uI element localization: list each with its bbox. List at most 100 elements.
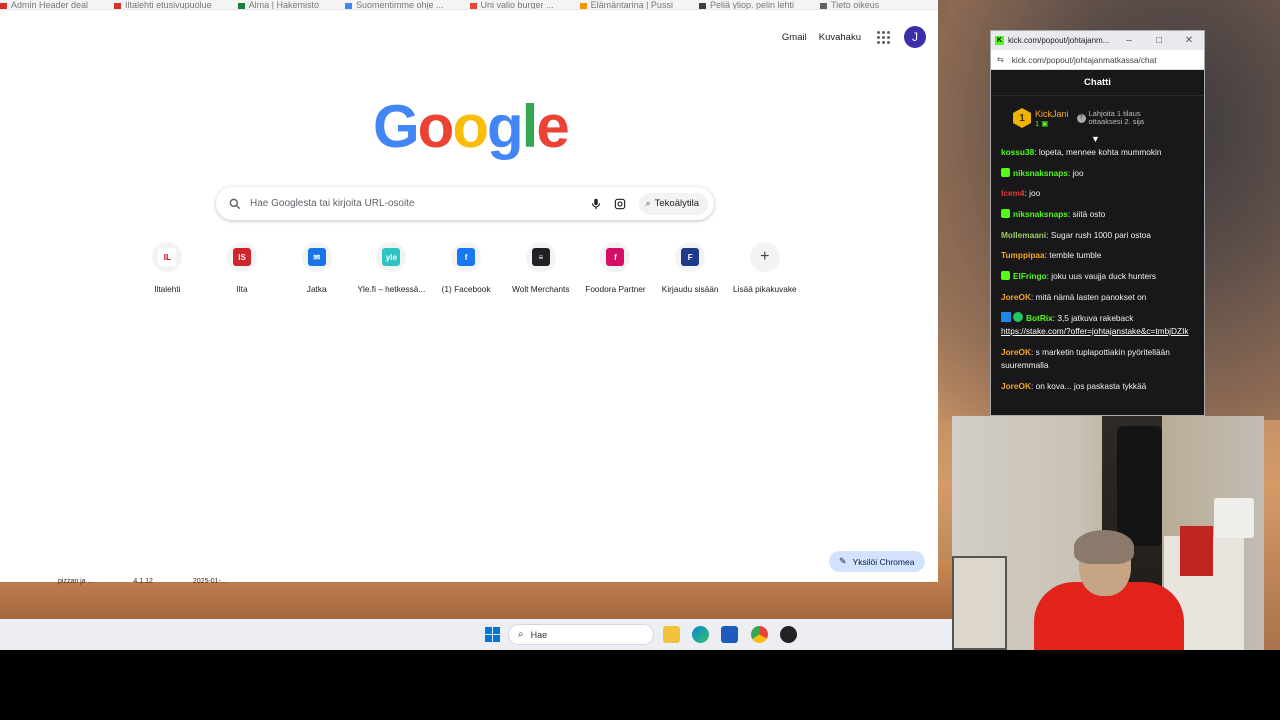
- chat-text: joo: [1072, 167, 1084, 178]
- shortcut-label: Ilta: [236, 284, 248, 294]
- gmail-link[interactable]: Gmail: [782, 32, 807, 43]
- microphone-icon[interactable]: [589, 197, 603, 211]
- chat-username[interactable]: Mollemaani: [1001, 230, 1046, 240]
- webcam-person: [1024, 530, 1184, 650]
- bookmark-favicon-icon: [237, 3, 245, 9]
- desktop-item-label[interactable]: 2025-01-...: [193, 578, 227, 585]
- bookmark-item[interactable]: Elämäntarina | Pussi: [579, 0, 673, 10]
- expand-icon[interactable]: ▼: [1091, 134, 1100, 144]
- file-explorer-icon[interactable]: [663, 626, 680, 643]
- ai-mode-button[interactable]: ⌕ Tekoälytila: [638, 192, 708, 215]
- bookmark-item[interactable]: Uni valio burger ...: [469, 1, 554, 9]
- chrome-icon[interactable]: [751, 626, 768, 643]
- shortcut-icon-circle: IL: [152, 242, 183, 272]
- chat-link[interactable]: https://stake.com/?offer=johtajanstake&c…: [1001, 326, 1189, 336]
- chat-username[interactable]: Icem4: [1001, 188, 1025, 198]
- logo-letter: g: [486, 93, 524, 160]
- shortcut-icon-circle: f: [451, 242, 482, 272]
- chat-header: Chatti: [991, 70, 1204, 96]
- shortcut-label: Jatka: [306, 284, 327, 294]
- maximize-icon[interactable]: □: [1144, 35, 1174, 46]
- chat-username[interactable]: niksnaksnaps: [1013, 209, 1068, 219]
- images-link[interactable]: Kuvahaku: [819, 32, 861, 43]
- bookmark-favicon-icon: [344, 3, 352, 9]
- chrome-window: Admin Header deal Iltalehti etusivupuolue…: [0, 0, 938, 582]
- search-icon: ⌕: [518, 629, 524, 640]
- chat-username[interactable]: JoreOK: [1001, 347, 1031, 357]
- shortcut-tile[interactable]: yle Yle.fi – hetkessä...: [354, 242, 429, 294]
- shortcut-tile[interactable]: IS Ilta: [205, 242, 280, 294]
- site-settings-icon[interactable]: ⇆: [997, 55, 1004, 64]
- chat-url-bar[interactable]: ⇆ kick.com/popout/johtajanmatkassa/chat: [991, 50, 1204, 70]
- shortcut-favicon-icon: +: [755, 248, 774, 266]
- chat-window-titlebar[interactable]: K kick.com/popout/johtajanm... – □ ✕: [991, 31, 1204, 50]
- chat-text: siitä osto: [1072, 209, 1106, 220]
- chat-username[interactable]: ElFringo: [1013, 271, 1047, 281]
- store-icon[interactable]: [721, 626, 738, 643]
- bookmark-item[interactable]: Admin Header deal: [0, 1, 88, 9]
- ai-mode-label: Tekoälytila: [654, 198, 699, 209]
- chat-message: ElFringo: joku uus vaujja duck hunters: [1001, 270, 1194, 284]
- shortcut-tile[interactable]: + Lisää pikakuvake: [728, 242, 803, 294]
- shortcut-favicon-icon: F: [681, 248, 700, 266]
- search-box[interactable]: Hae Googlesta tai kirjoita URL-osoite ⌕ …: [216, 187, 714, 220]
- chat-message: kossu38: lopeta, mennee kohta mummokin: [1001, 147, 1162, 157]
- subscriber-badge-icon: [1001, 209, 1010, 219]
- rank-badge: 1: [1013, 108, 1031, 128]
- desktop-item-label[interactable]: 4.1.12: [133, 578, 152, 585]
- logo-letter: e: [536, 93, 569, 160]
- top-links: Gmail Kuvahaku J: [782, 26, 926, 48]
- taskbar-search[interactable]: ⌕ Hae: [508, 624, 654, 645]
- chat-text: Sugar rush 1000 pari ostoa: [1050, 229, 1151, 240]
- chat-username[interactable]: JoreOK: [1001, 381, 1031, 391]
- bookmark-label: Iltalehti etusivupuolue: [125, 0, 212, 10]
- shortcut-favicon-icon: IL: [158, 248, 177, 266]
- chat-text: temble tumble: [1049, 250, 1102, 261]
- top-gifter-user[interactable]: KickJani 1 ▣: [1035, 109, 1069, 128]
- account-avatar[interactable]: J: [904, 26, 926, 48]
- chat-username[interactable]: niksnaksnaps: [1013, 168, 1068, 178]
- shortcut-icon-circle: yle: [376, 242, 407, 272]
- shortcut-label: Wolt Merchants: [512, 284, 570, 294]
- customize-chrome-button[interactable]: ✎ Yksilöi Chromea: [829, 551, 926, 572]
- top-gifter-name: KickJani: [1035, 108, 1069, 119]
- chat-username[interactable]: JoreOK: [1001, 292, 1031, 302]
- bookmark-favicon-icon: [698, 3, 706, 9]
- bookmark-item[interactable]: Iltalehti etusivupuolue: [114, 0, 212, 10]
- shortcut-favicon-icon: yle: [382, 248, 401, 266]
- verified-badge-icon: [1013, 311, 1023, 322]
- shortcut-label: Lisää pikakuvake: [733, 284, 797, 294]
- chat-text: on kova... jos paskasta tykkää: [1035, 380, 1147, 391]
- shortcut-tile[interactable]: F Kirjaudu sisään: [653, 242, 728, 294]
- minimize-icon[interactable]: –: [1114, 35, 1144, 46]
- bookmark-item[interactable]: Alma | Hakemisto: [237, 1, 319, 9]
- shortcut-tile[interactable]: ≡ Wolt Merchants: [503, 242, 578, 294]
- bookmark-item[interactable]: Tieto oikeus: [820, 1, 879, 9]
- edge-icon[interactable]: [692, 626, 709, 643]
- shortcut-tile[interactable]: f Foodora Partner: [578, 242, 653, 294]
- shortcut-tile[interactable]: ✉ Jatka: [279, 242, 354, 294]
- bookmark-item[interactable]: Peliä yliop. pelin lehti: [698, 0, 795, 10]
- shortcut-label: Kirjaudu sisään: [661, 284, 719, 294]
- bookmark-label: Elämäntarina | Pussi: [590, 0, 673, 10]
- shortcut-icon-circle: +: [749, 242, 780, 272]
- windows-start-icon[interactable]: [485, 627, 500, 642]
- bookmark-favicon-icon: [579, 3, 587, 9]
- chat-username[interactable]: kossu38: [1001, 147, 1034, 157]
- chat-message: Icem4: joo: [1001, 188, 1041, 199]
- bookmark-item[interactable]: Suomentimme ohje ...: [344, 1, 444, 9]
- chat-username[interactable]: Tumppipaa: [1001, 250, 1045, 260]
- chat-username[interactable]: BotRix: [1026, 313, 1053, 323]
- bookmark-label: Peliä yliop. pelin lehti: [709, 0, 795, 10]
- shortcut-label: Foodora Partner: [585, 284, 646, 294]
- shortcut-tile[interactable]: f (1) Facebook: [429, 242, 504, 294]
- google-lens-icon[interactable]: [613, 197, 627, 211]
- app-icon[interactable]: [780, 626, 797, 643]
- close-icon[interactable]: ✕: [1174, 35, 1204, 46]
- apps-grid-icon[interactable]: [877, 30, 890, 44]
- desktop-item-label[interactable]: pizzan ja ...: [58, 578, 93, 585]
- shortcut-tile[interactable]: IL Iltalehti: [130, 242, 205, 294]
- search-input[interactable]: Hae Googlesta tai kirjoita URL-osoite: [250, 198, 589, 209]
- shortcut-icon-circle: ≡: [525, 242, 556, 272]
- shortcut-icon-circle: f: [600, 242, 631, 272]
